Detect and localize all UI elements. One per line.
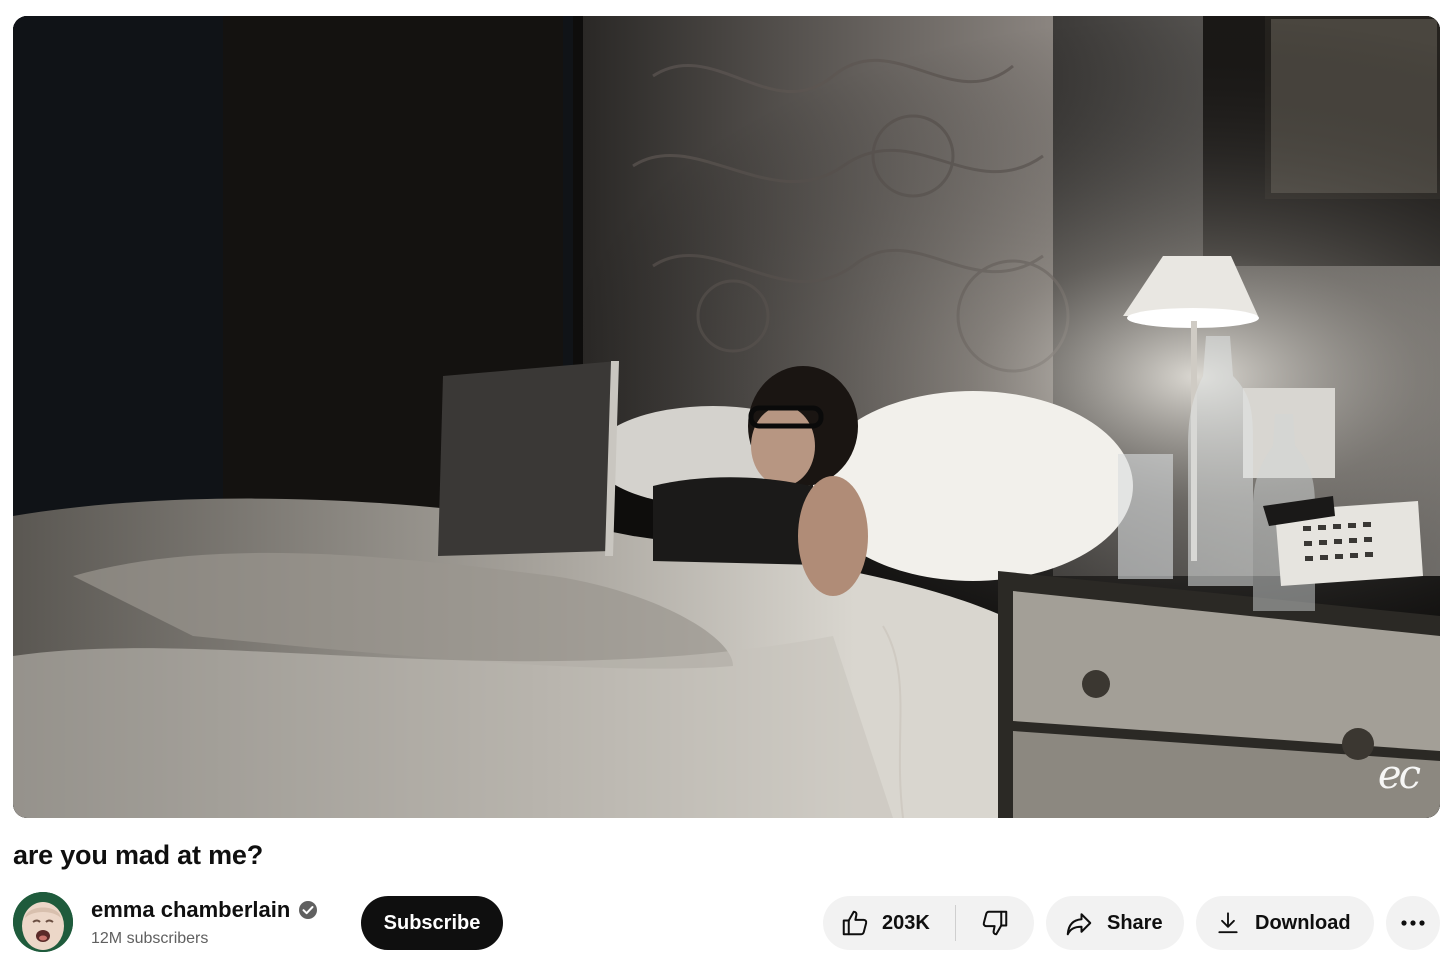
video-frame bbox=[13, 16, 1440, 818]
channel-name[interactable]: emma chamberlain bbox=[91, 897, 318, 923]
more-horizontal-icon bbox=[1400, 919, 1426, 927]
share-arrow-icon bbox=[1063, 908, 1095, 938]
thumbs-down-icon bbox=[980, 908, 1010, 938]
video-player[interactable]: ec bbox=[13, 16, 1440, 818]
video-title: are you mad at me? bbox=[13, 840, 263, 870]
like-button[interactable]: 203K bbox=[823, 896, 955, 950]
download-icon bbox=[1215, 909, 1241, 937]
download-label: Download bbox=[1255, 911, 1351, 934]
like-dislike-group: 203K bbox=[823, 896, 1034, 950]
verified-badge-icon bbox=[298, 900, 318, 920]
share-label: Share bbox=[1107, 911, 1163, 934]
download-button[interactable]: Download bbox=[1196, 896, 1374, 950]
channel-name-text[interactable]: emma chamberlain bbox=[91, 897, 290, 923]
share-button[interactable]: Share bbox=[1046, 896, 1184, 950]
like-count: 203K bbox=[882, 911, 930, 934]
dislike-button[interactable] bbox=[956, 896, 1034, 950]
thumbs-up-icon bbox=[840, 908, 870, 938]
subscriber-count: 12M subscribers bbox=[91, 930, 209, 947]
channel-watermark: ec bbox=[1377, 752, 1421, 798]
baby-crying-avatar-icon bbox=[13, 892, 73, 952]
channel-avatar[interactable] bbox=[13, 892, 73, 952]
subscribe-button[interactable]: Subscribe bbox=[361, 896, 503, 950]
more-actions-button[interactable] bbox=[1386, 896, 1440, 950]
